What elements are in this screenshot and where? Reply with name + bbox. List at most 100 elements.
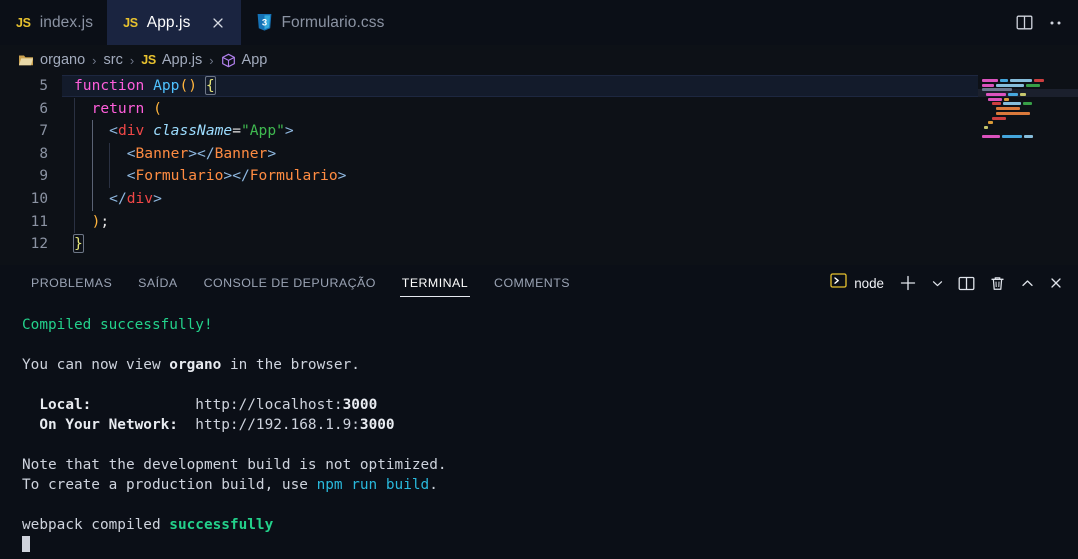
webpack-status-text: successfully — [169, 517, 274, 533]
panel-tab-terminal[interactable]: TERMINAL — [389, 265, 481, 301]
indent-guide — [109, 165, 111, 188]
terminal-line-webpack: webpack compiled successfully — [22, 515, 1078, 535]
editor-tabs: JS index.js JS App.js 3 Formulario.css — [0, 0, 398, 45]
line-number: 12 — [30, 236, 48, 253]
line-number: 8 — [39, 145, 48, 162]
maximize-panel-button[interactable] — [1015, 270, 1040, 296]
panel-header: PROBLEMAS SAÍDA CONSOLE DE DEPURAÇÃO TER… — [0, 265, 1078, 301]
chevron-down-icon[interactable] — [926, 270, 949, 296]
js-icon: JS — [123, 15, 138, 30]
breadcrumb-item-organo[interactable]: organo — [18, 52, 85, 68]
split-editor-icon[interactable] — [1014, 13, 1034, 33]
trash-icon[interactable] — [984, 270, 1011, 296]
editor-tab-app-js[interactable]: JS App.js — [107, 0, 242, 45]
panel-tab-label: CONSOLE DE DEPURAÇÃO — [203, 276, 376, 290]
line-number: 11 — [30, 213, 48, 230]
breadcrumb-label: organo — [40, 52, 86, 68]
token-bracket: </ — [197, 144, 215, 162]
network-url[interactable]: http://192.168.1.9: — [195, 417, 360, 433]
code-line: 9 <Formulario></Formulario> — [0, 165, 1078, 188]
token-brace: } — [73, 234, 84, 254]
panel-tab-comments[interactable]: COMMENTS — [481, 265, 583, 301]
indent-guide-active — [91, 142, 93, 166]
token-keyword: function — [74, 77, 145, 94]
minimap-line — [978, 97, 1078, 101]
panel-tab-saida[interactable]: SAÍDA — [125, 265, 190, 301]
breadcrumb-item-symbol-app[interactable]: App — [221, 52, 267, 68]
indent-guide-active — [91, 187, 93, 211]
bottom-panel: PROBLEMAS SAÍDA CONSOLE DE DEPURAÇÃO TER… — [0, 265, 1078, 559]
terminal-output[interactable]: Compiled successfully! You can now view … — [0, 301, 1078, 559]
close-icon[interactable] — [209, 14, 227, 32]
editor-tab-index-js[interactable]: JS index.js — [0, 0, 107, 45]
editor-tab-label: Formulario.css — [281, 13, 385, 31]
code-line: 11 ); — [0, 210, 1078, 234]
token-bracket: > — [188, 144, 198, 162]
folder-icon — [18, 53, 34, 67]
local-url[interactable]: http://localhost: — [195, 397, 342, 413]
more-actions-icon[interactable] — [1046, 13, 1066, 33]
token-attribute: className — [153, 122, 233, 140]
editor-tab-formulario-css[interactable]: 3 Formulario.css — [241, 0, 398, 45]
indent-guide — [109, 142, 111, 166]
code-lines: 5 function App() { 6 return ( 7 <div cla… — [0, 75, 1078, 265]
token-bracket: > — [223, 167, 233, 185]
new-terminal-button[interactable] — [894, 270, 922, 296]
code-line: 7 <div className="App"> — [0, 120, 1078, 143]
token-bracket: < — [126, 167, 136, 185]
breadcrumb-item-app-js[interactable]: JS App.js — [141, 52, 202, 68]
note-text-post: . — [429, 477, 438, 493]
breadcrumb-label: App.js — [161, 52, 203, 68]
note-text: Note that the development build is not o… — [22, 457, 447, 473]
code-line: 8 <Banner></Banner> — [0, 142, 1078, 166]
active-terminal-selector[interactable]: node — [828, 270, 890, 296]
indent-guide — [74, 165, 75, 188]
token-equals: = — [232, 122, 241, 140]
network-url-port[interactable]: 3000 — [360, 417, 395, 433]
editor-tab-bar: JS index.js JS App.js 3 Formulario.css — [0, 0, 1078, 45]
code-line: 5 function App() { — [0, 75, 1078, 98]
terminal-line-local: Local: http://localhost:3000 — [22, 395, 1078, 415]
token-tag: div — [117, 122, 145, 140]
split-terminal-button[interactable] — [953, 270, 980, 296]
minimap[interactable] — [978, 75, 1078, 265]
token-keyword: return — [91, 99, 145, 117]
minimap-line — [978, 102, 1078, 106]
vscode-window: JS index.js JS App.js 3 Formulario.css o… — [0, 0, 1078, 559]
panel-tab-problemas[interactable]: PROBLEMAS — [18, 265, 125, 301]
terminal-prompt-line — [22, 535, 1078, 555]
minimap-line — [978, 107, 1078, 111]
code-line: 12 } — [0, 233, 1078, 256]
terminal-name-label: node — [854, 275, 884, 291]
token-tag: div — [126, 189, 154, 207]
network-label: On Your Network: — [39, 417, 178, 433]
token-string: "App" — [240, 122, 285, 140]
breadcrumb-item-src[interactable]: src — [104, 52, 123, 68]
token-function-name: App — [153, 77, 180, 94]
js-icon: JS — [16, 15, 31, 30]
line-content: </div> — [48, 187, 162, 211]
minimap-line — [978, 79, 1078, 82]
terminal-line-compiled: Compiled successfully! — [22, 315, 1078, 335]
panel-tab-console-depuracao[interactable]: CONSOLE DE DEPURAÇÃO — [191, 265, 389, 301]
line-content: <div className="App"> — [48, 120, 294, 143]
token-component: Banner — [214, 144, 268, 162]
close-panel-button[interactable] — [1044, 270, 1068, 296]
editor-tab-label: index.js — [39, 13, 94, 31]
indent-guide — [74, 210, 75, 234]
terminal-line-note1: Note that the development build is not o… — [22, 455, 1078, 475]
breadcrumb-separator: › — [129, 52, 135, 68]
token-bracket: </ — [232, 167, 250, 185]
panel-tab-label: PROBLEMAS — [31, 276, 113, 290]
minimap-line — [978, 135, 1078, 139]
line-content: <Banner></Banner> — [48, 142, 276, 166]
minimap-line — [978, 83, 1078, 87]
line-number: 9 — [39, 168, 48, 185]
local-url-port[interactable]: 3000 — [343, 397, 378, 413]
code-editor[interactable]: 5 function App() { 6 return ( 7 <div cla… — [0, 75, 1078, 265]
